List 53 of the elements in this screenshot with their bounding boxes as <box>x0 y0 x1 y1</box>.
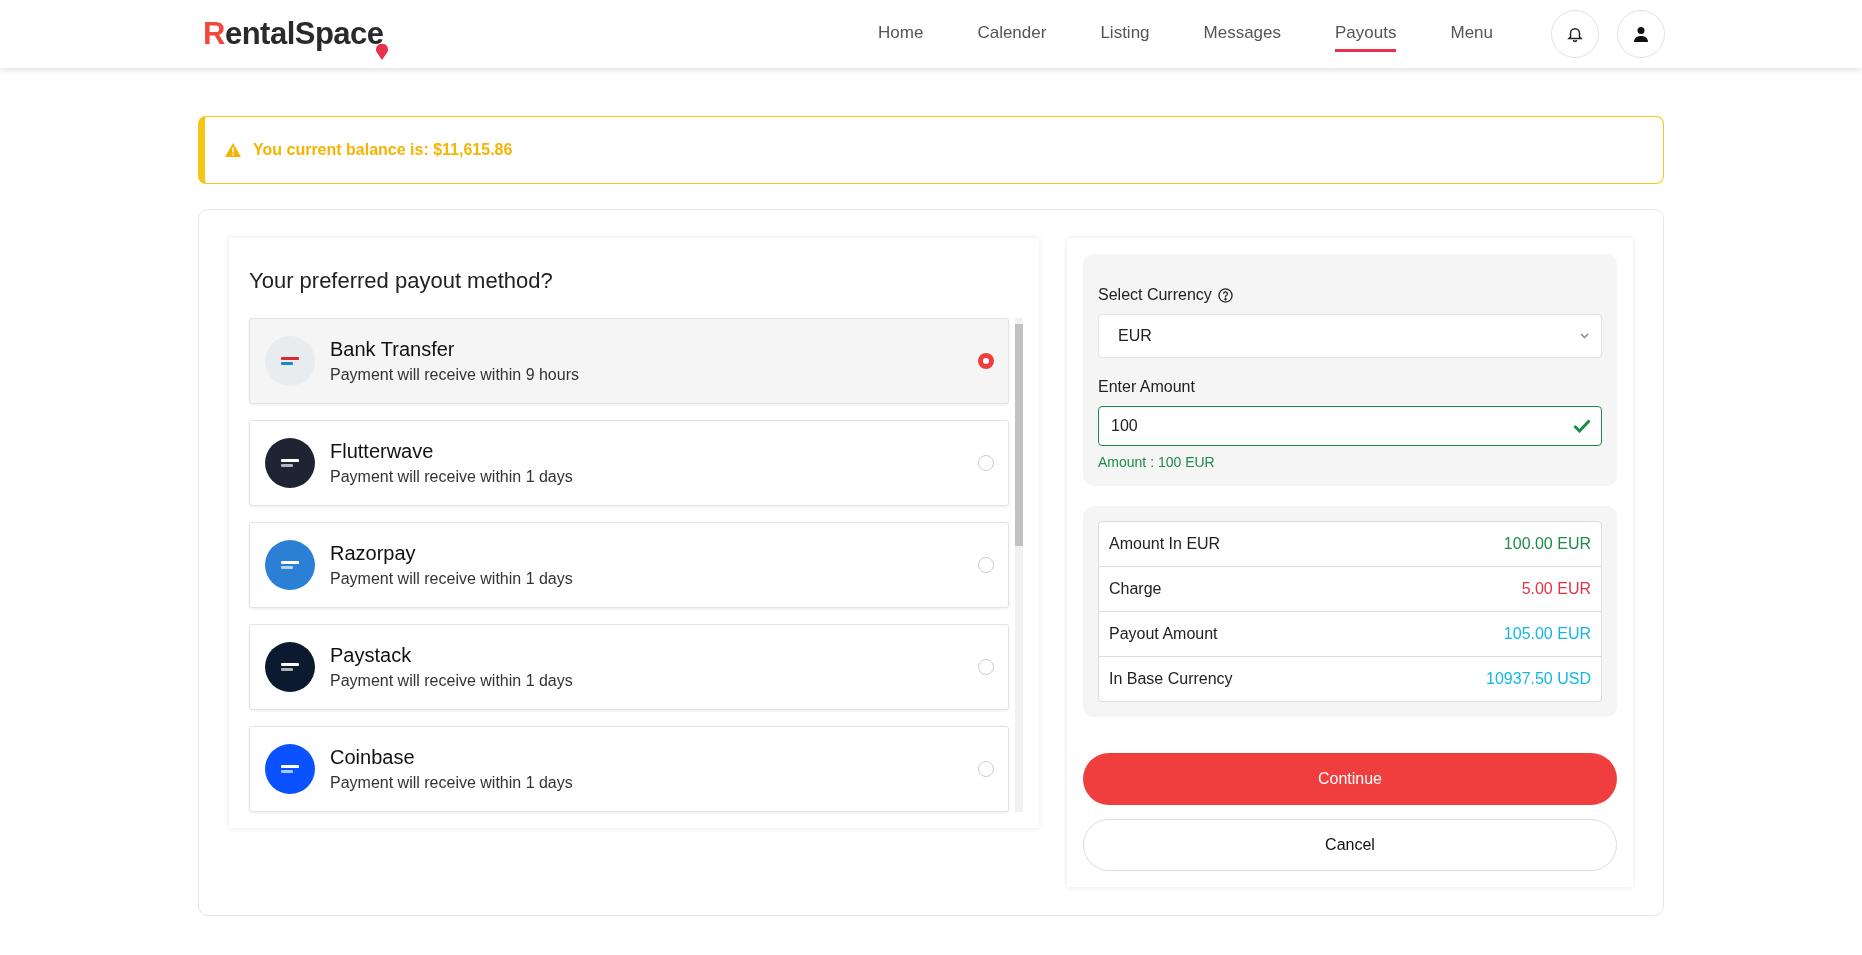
payout-method-option[interactable]: Bank Transfer Payment will receive within 9 hours <box>249 318 1009 404</box>
method-note: Payment will receive within 1 days <box>330 468 574 486</box>
summary-label: In Base Currency <box>1109 670 1233 688</box>
method-name: Bank Transfer <box>330 338 456 361</box>
nav-link[interactable]: Messages <box>1203 16 1282 52</box>
amount-hint: Amount : 100 EUR <box>1098 454 1216 470</box>
nav-link[interactable]: Home <box>878 16 924 52</box>
method-note: Payment will receive within 1 days <box>330 672 574 690</box>
radio-button[interactable] <box>978 659 994 675</box>
method-name: Flutterwave <box>330 440 435 463</box>
nav-link[interactable]: Listing <box>1100 16 1150 52</box>
field-label: Select Currency <box>1098 286 1212 304</box>
radio-button[interactable] <box>978 455 994 471</box>
nav-link[interactable]: Menu <box>1450 16 1493 52</box>
payout-method-option[interactable]: Paystack Payment will receive within 1 days <box>249 624 1009 710</box>
payout-method-option[interactable]: Razorpay Payment will receive within 1 days <box>249 522 1009 608</box>
method-name: Coinbase <box>330 746 416 769</box>
profile-button[interactable] <box>1617 10 1665 58</box>
scrollbar[interactable] <box>1015 318 1023 812</box>
bell-icon <box>1566 25 1584 43</box>
nav-link[interactable]: Payouts <box>1335 16 1397 52</box>
logo[interactable]: RentalSpace <box>203 16 384 52</box>
method-note: Payment will receive within 1 days <box>330 774 574 792</box>
nav-link[interactable]: Calender <box>977 16 1047 52</box>
check-icon <box>1573 419 1591 433</box>
radio-button[interactable] <box>978 557 994 573</box>
summary-label: Payout Amount <box>1109 625 1218 643</box>
balance-text: You current balance is: $11,615.86 <box>253 141 513 159</box>
currency-select[interactable]: EUR <box>1098 314 1602 358</box>
cancel-button[interactable]: Cancel <box>1083 819 1617 871</box>
notifications-button[interactable] <box>1551 10 1599 58</box>
method-name: Paystack <box>330 644 413 667</box>
summary-value: 100.00 EUR <box>1503 535 1591 553</box>
field-label: Enter Amount <box>1098 378 1196 396</box>
method-note: Payment will receive within 1 days <box>330 570 574 588</box>
summary-value: 105.00 EUR <box>1503 625 1591 643</box>
summary-label: Amount In EUR <box>1109 535 1221 553</box>
summary-value: 5.00 EUR <box>1521 580 1591 598</box>
help-icon[interactable] <box>1217 287 1233 303</box>
payout-method-option[interactable]: Coinbase Payment will receive within 1 days <box>249 726 1009 812</box>
method-name: Razorpay <box>330 542 417 565</box>
section-title: Your preferred payout method? <box>249 268 554 294</box>
method-note: Payment will receive within 9 hours <box>330 366 580 384</box>
warning-icon <box>225 143 241 157</box>
continue-button[interactable]: Continue <box>1083 753 1617 805</box>
amount-input[interactable]: 100 <box>1098 406 1602 446</box>
chevron-down-icon <box>1580 333 1589 339</box>
payout-method-option[interactable]: Flutterwave Payment will receive within 1 days <box>249 420 1009 506</box>
radio-button[interactable] <box>978 353 994 369</box>
radio-button[interactable] <box>978 761 994 777</box>
summary-value: 10937.50 USD <box>1486 670 1591 688</box>
summary-label: Charge <box>1109 580 1162 598</box>
user-icon <box>1633 26 1649 42</box>
